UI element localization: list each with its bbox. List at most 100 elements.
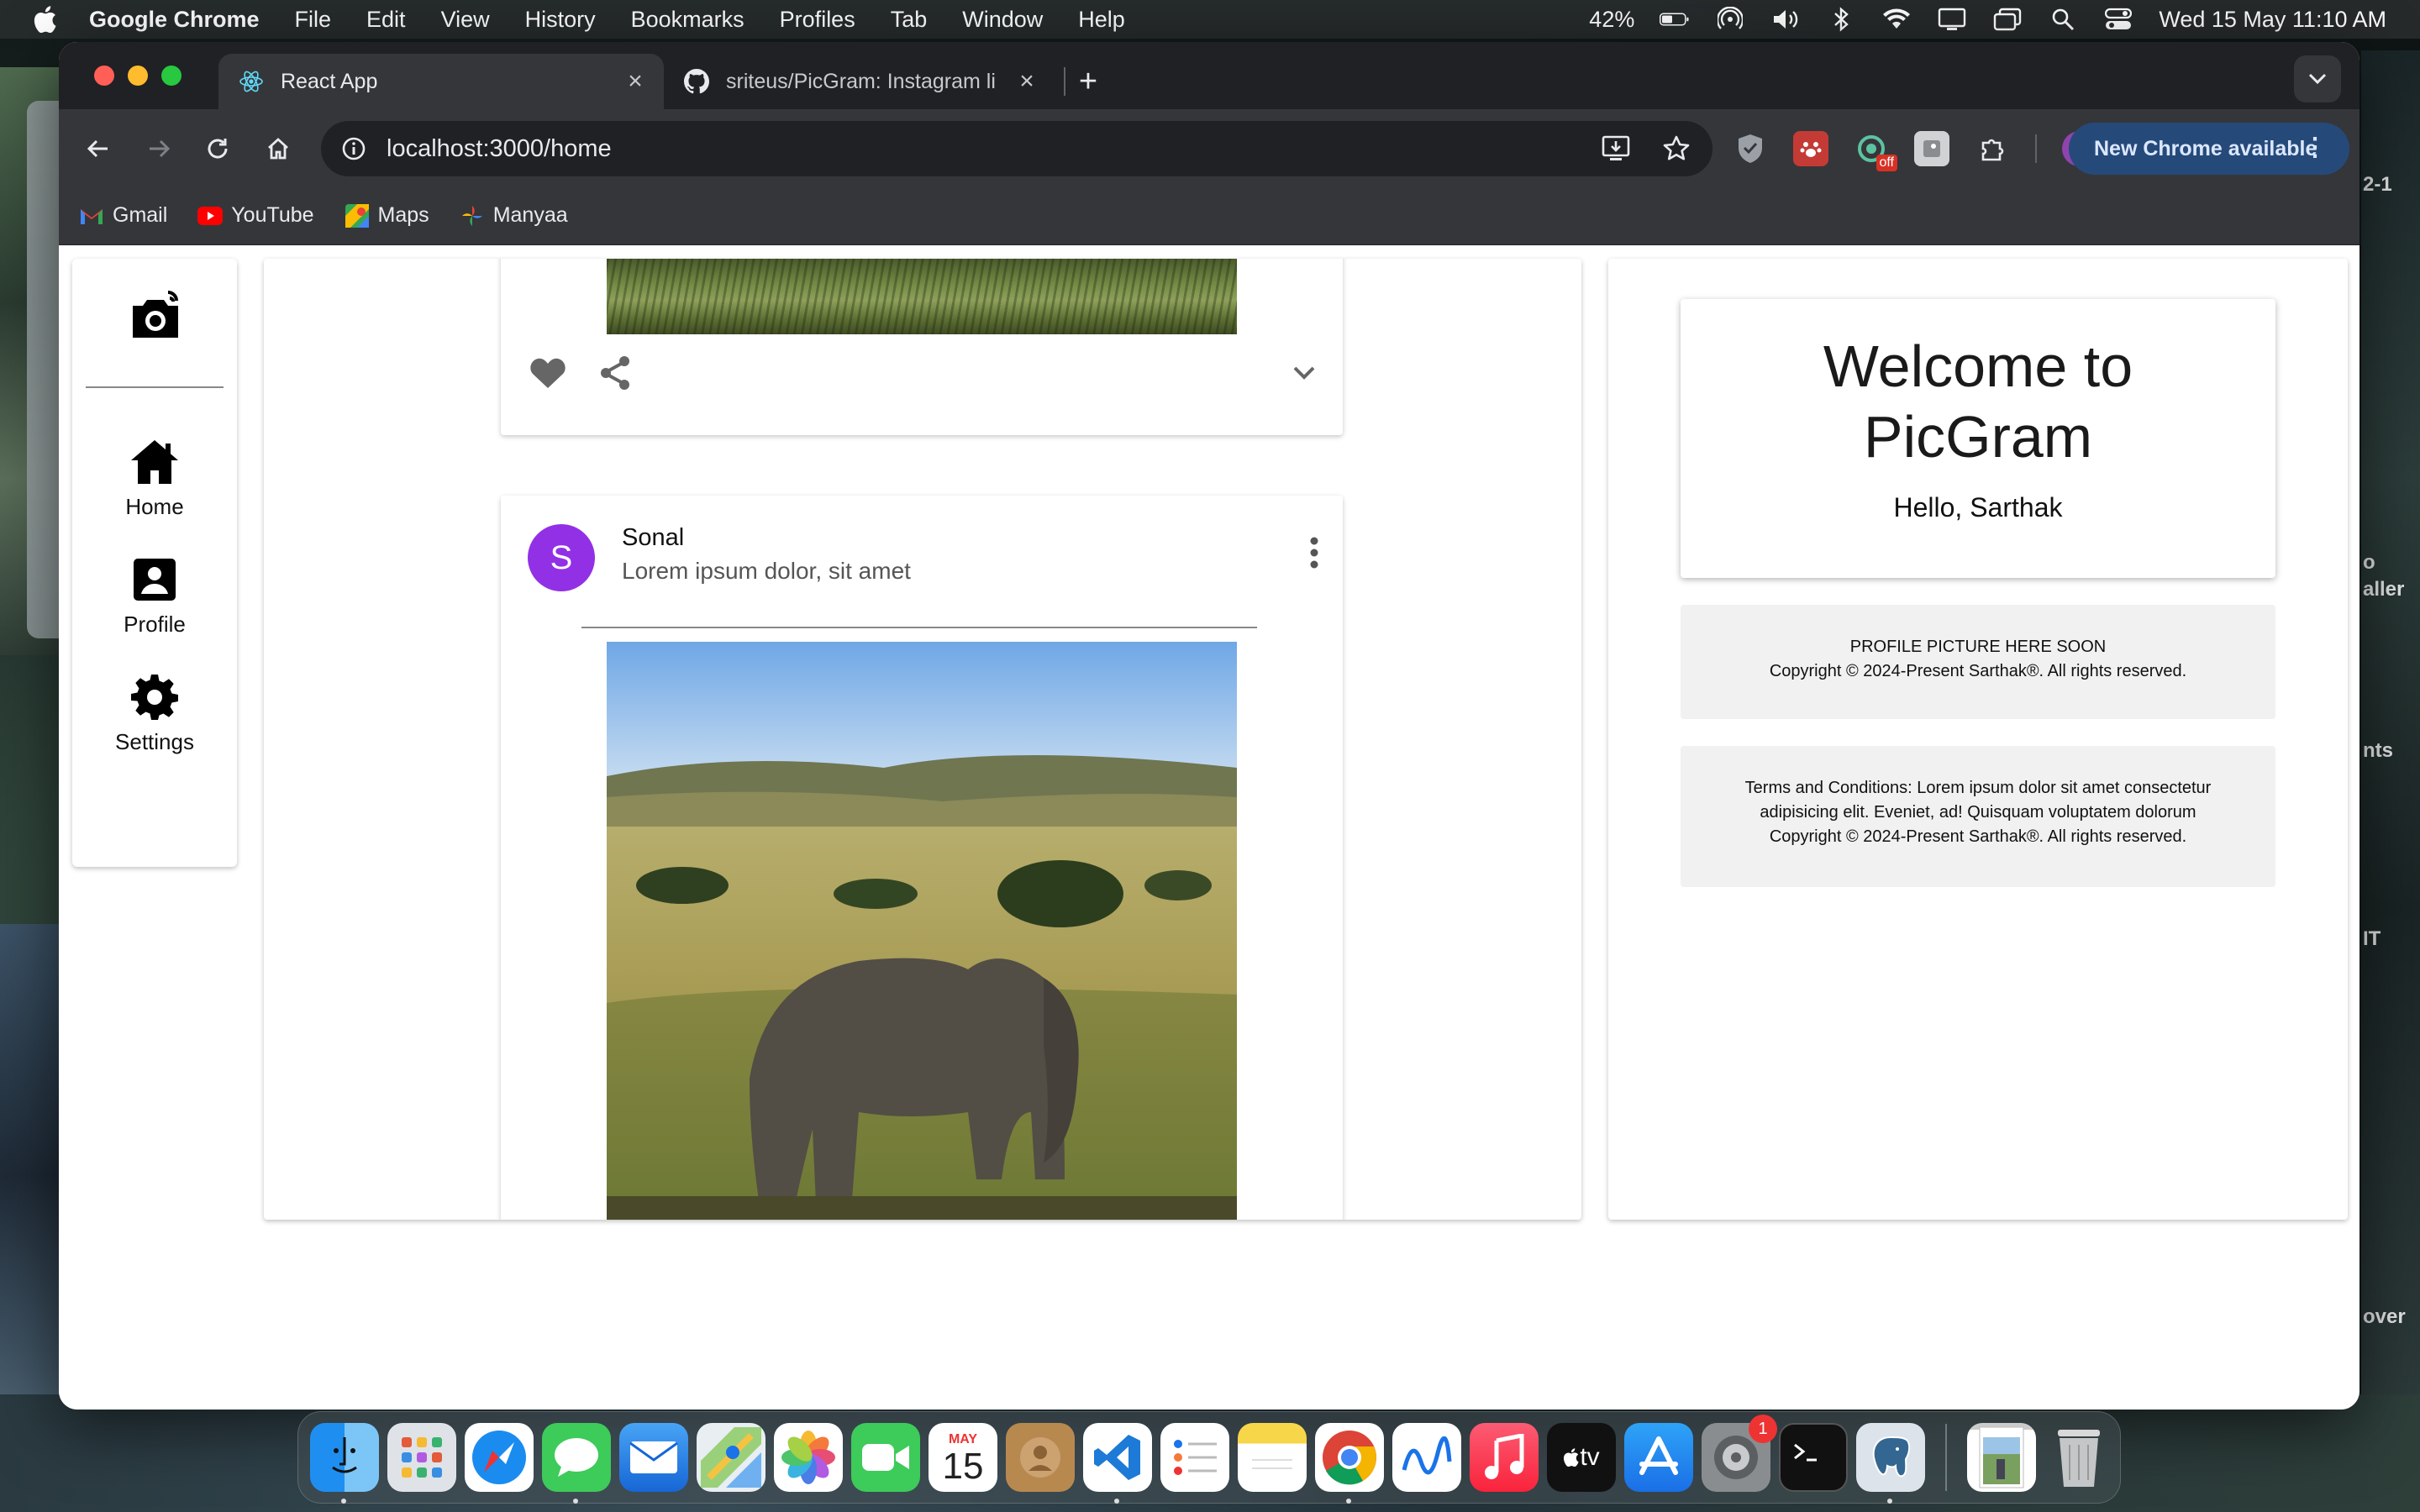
airdrop-icon[interactable]: [1715, 7, 1745, 32]
extensions-puzzle-icon[interactable]: [1975, 131, 2010, 166]
trash-icon[interactable]: [2044, 1423, 2113, 1492]
messages-icon[interactable]: [542, 1423, 611, 1504]
menu-window[interactable]: Window: [962, 7, 1043, 33]
new-tab-button[interactable]: +: [1067, 60, 1109, 102]
expand-chevron-icon[interactable]: [1284, 353, 1324, 393]
calendar-icon[interactable]: MAY 15: [929, 1423, 997, 1492]
vscode-icon[interactable]: [1083, 1423, 1152, 1504]
terms-box: Terms and Conditions: Lorem ipsum dolor …: [1681, 746, 2275, 887]
apple-icon[interactable]: [34, 6, 57, 33]
copyright-text: Copyright © 2024-Present Sarthak®. All r…: [1769, 662, 2187, 680]
share-icon[interactable]: [595, 353, 635, 393]
sidebar-item-home[interactable]: Home: [72, 435, 237, 520]
terminal-icon[interactable]: [1779, 1423, 1848, 1492]
extensions-area: off: [1733, 128, 2097, 171]
desktop-text-fragment: aller: [2363, 578, 2405, 601]
finder-icon[interactable]: [310, 1423, 379, 1504]
mail-icon[interactable]: [619, 1423, 688, 1492]
bookmark-manyaa[interactable]: Manyaa: [460, 203, 568, 228]
contacts-icon[interactable]: [1006, 1423, 1075, 1492]
post-author[interactable]: Sonal: [622, 524, 684, 552]
welcome-title: Welcome to PicGram: [1823, 333, 2133, 470]
install-app-icon[interactable]: [1598, 131, 1634, 166]
back-button[interactable]: [77, 128, 119, 170]
more-menu-icon[interactable]: ⋮: [2302, 135, 2328, 160]
sidebar-item-profile[interactable]: Profile: [72, 553, 237, 638]
launchpad-icon[interactable]: [387, 1423, 456, 1492]
notification-badge: 1: [1749, 1415, 1777, 1443]
battery-icon[interactable]: [1660, 7, 1690, 32]
shield-icon[interactable]: [1733, 131, 1768, 166]
chrome-app-icon[interactable]: [1315, 1423, 1384, 1504]
stage-manager-icon[interactable]: [1992, 7, 2023, 32]
menu-edit[interactable]: Edit: [366, 7, 406, 33]
minimize-window-button[interactable]: [128, 66, 148, 86]
bookmark-label: YouTube: [231, 203, 314, 227]
tab-title: sriteus/PicGram: Instagram li: [726, 69, 996, 93]
address-bar[interactable]: localhost:3000/home: [321, 121, 1712, 176]
menu-bookmarks[interactable]: Bookmarks: [631, 7, 744, 33]
system-settings-icon[interactable]: 1: [1702, 1415, 1777, 1492]
camera-logo-icon[interactable]: [128, 289, 183, 343]
welcome-panel: Welcome to PicGram Hello, Sarthak PROFIL…: [1608, 259, 2348, 1220]
reload-button[interactable]: [197, 128, 239, 170]
more-vert-icon[interactable]: [1297, 529, 1331, 576]
macos-dock: MAY 15 tv 1: [297, 1411, 2121, 1504]
control-center-icon[interactable]: [2103, 7, 2133, 32]
downloads-stack-icon[interactable]: [1967, 1423, 2036, 1492]
tab-react-app[interactable]: React App ×: [218, 54, 664, 109]
facetime-icon[interactable]: [851, 1423, 920, 1492]
menu-tab[interactable]: Tab: [891, 7, 928, 33]
home-browser-button[interactable]: [257, 128, 299, 170]
freeform-icon[interactable]: [1392, 1423, 1461, 1492]
notes-icon[interactable]: [1238, 1423, 1307, 1492]
close-window-button[interactable]: [94, 66, 114, 86]
postgres-icon[interactable]: [1856, 1423, 1925, 1504]
display-icon[interactable]: [1937, 7, 1967, 32]
sidebar-item-settings[interactable]: Settings: [72, 670, 237, 755]
forward-button[interactable]: [138, 128, 180, 170]
desktop-text-fragment: over: [2363, 1305, 2406, 1328]
background-window: [27, 101, 60, 638]
menubar-clock[interactable]: Wed 15 May 11:10 AM: [2159, 7, 2386, 33]
avatar[interactable]: S: [528, 524, 595, 591]
reminders-icon[interactable]: [1160, 1423, 1229, 1492]
site-info-icon[interactable]: [339, 134, 368, 163]
menu-help[interactable]: Help: [1078, 7, 1125, 33]
photo-extension-icon[interactable]: [1914, 131, 1949, 166]
menu-history[interactable]: History: [525, 7, 596, 33]
maps-app-icon[interactable]: [697, 1423, 765, 1492]
home-icon: [128, 435, 182, 489]
music-icon[interactable]: [1470, 1423, 1539, 1492]
tracker-extension-icon[interactable]: off: [1854, 131, 1897, 171]
bookmark-maps[interactable]: Maps: [345, 203, 429, 228]
extension-badge: off: [1876, 155, 1897, 171]
apple-tv-icon[interactable]: tv: [1547, 1423, 1616, 1492]
menu-app-name[interactable]: Google Chrome: [89, 7, 260, 33]
bookmark-gmail[interactable]: Gmail: [79, 203, 167, 228]
desktop-text-fragment: o: [2363, 551, 2375, 574]
volume-icon[interactable]: [1770, 7, 1801, 32]
paw-extension-icon[interactable]: [1793, 131, 1828, 166]
wifi-icon[interactable]: [1881, 7, 1912, 32]
close-tab-icon[interactable]: ×: [1010, 65, 1044, 98]
terms-text: Terms and Conditions: Lorem ipsum dolor …: [1744, 779, 2212, 797]
app-store-icon[interactable]: [1624, 1423, 1693, 1492]
heart-icon[interactable]: [528, 353, 568, 393]
tab-github[interactable]: sriteus/PicGram: Instagram li ×: [669, 54, 1055, 109]
bookmark-youtube[interactable]: YouTube: [197, 203, 314, 228]
tab-search-button[interactable]: [2294, 55, 2341, 102]
safari-icon[interactable]: [465, 1423, 534, 1492]
bluetooth-icon[interactable]: [1826, 7, 1856, 32]
new-chrome-available-button[interactable]: New Chrome available ⋮: [2069, 123, 2349, 175]
menu-file[interactable]: File: [295, 7, 332, 33]
menu-view[interactable]: View: [441, 7, 490, 33]
zoom-window-button[interactable]: [161, 66, 182, 86]
spotlight-search-icon[interactable]: [2048, 7, 2078, 32]
menu-profiles[interactable]: Profiles: [780, 7, 855, 33]
bookmark-star-icon[interactable]: [1659, 131, 1694, 166]
sidebar-item-label: Profile: [124, 612, 186, 637]
photos-app-icon[interactable]: [774, 1423, 843, 1492]
url-text[interactable]: localhost:3000/home: [387, 135, 612, 163]
close-tab-icon[interactable]: ×: [618, 65, 652, 98]
